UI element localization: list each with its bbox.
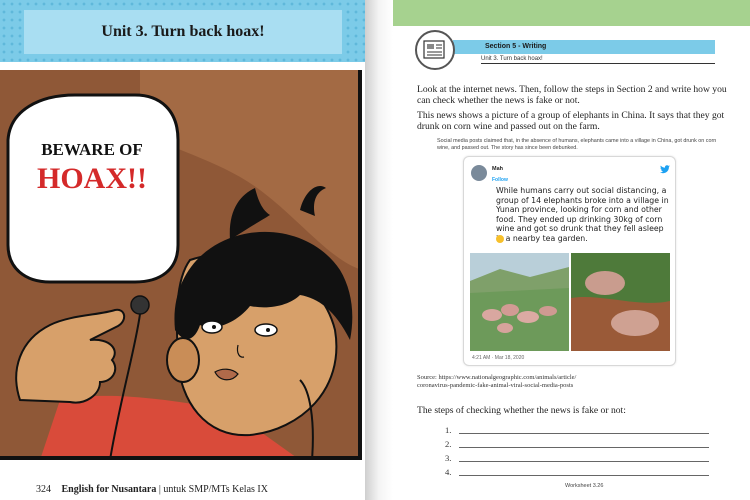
answer-line[interactable] xyxy=(459,433,709,434)
comic-panel: BEWARE OF HOAX!! xyxy=(0,70,362,460)
unit-title: Unit 3. Turn back hoax! xyxy=(101,23,265,40)
tweet-text: While humans carry out social distancing… xyxy=(496,186,669,243)
tweet-timestamp: 4:21 AM · Mar 18, 2020 xyxy=(472,355,525,361)
step-number: 4. xyxy=(445,467,452,477)
book-title: English for Nusantara xyxy=(61,484,157,495)
section-label: Section 5 - Writing xyxy=(453,40,715,54)
smiling-emoji-icon xyxy=(496,235,504,243)
comic-illustration xyxy=(0,70,358,456)
step-row: 1. xyxy=(445,425,710,437)
source-line-2: coronavirus-pandemic-fake-animal-viral-s… xyxy=(417,382,574,389)
left-page-footer: 324 English for Nusantara | untuk SMP/MT… xyxy=(36,484,268,495)
unit-banner: Unit 3. Turn back hoax! xyxy=(0,0,365,62)
worksheet-label: Worksheet 3.26 xyxy=(565,483,604,489)
section-subtitle: Unit 3. Turn back hoax! xyxy=(481,56,715,64)
unit-title-box: Unit 3. Turn back hoax! xyxy=(24,10,342,54)
step-row: 3. xyxy=(445,453,710,465)
book-gutter xyxy=(365,0,393,500)
step-number: 3. xyxy=(445,453,452,463)
right-page: Section 5 - Writing Unit 3. Turn back ho… xyxy=(393,0,750,500)
speech-line-1: BEWARE OF xyxy=(41,140,143,159)
summary-text: This news shows a picture of a group of … xyxy=(417,110,725,132)
section-header: Section 5 - Writing Unit 3. Turn back ho… xyxy=(415,30,715,70)
step-number: 1. xyxy=(445,425,452,435)
top-green-band xyxy=(393,0,750,26)
tweet-handle: Mah xyxy=(492,166,503,172)
step-row: 4. xyxy=(445,467,710,479)
image-caption: Social media posts claimed that, in the … xyxy=(437,138,717,151)
answer-line[interactable] xyxy=(459,475,709,476)
tweet-card: Mah Follow While humans carry out social… xyxy=(463,156,676,366)
answer-line[interactable] xyxy=(459,447,709,448)
steps-title: The steps of checking whether the news i… xyxy=(417,405,626,416)
speech-bubble-text: BEWARE OF HOAX!! xyxy=(12,140,172,196)
avatar xyxy=(471,165,487,181)
answer-line[interactable] xyxy=(459,461,709,462)
page-number: 324 xyxy=(36,484,51,495)
step-number: 2. xyxy=(445,439,452,449)
source-citation: Source: https://www.nationalgeographic.c… xyxy=(417,374,727,390)
instruction-text: Look at the internet news. Then, follow … xyxy=(417,84,727,106)
step-row: 2. xyxy=(445,439,710,451)
newspaper-icon xyxy=(415,30,455,70)
twitter-bird-icon xyxy=(660,165,670,174)
follow-button[interactable]: Follow xyxy=(492,177,508,183)
book-edition: untuk SMP/MTs Kelas IX xyxy=(163,484,268,495)
elephant-photos xyxy=(470,253,670,351)
source-line-1: Source: https://www.nationalgeographic.c… xyxy=(417,374,577,381)
left-page: Unit 3. Turn back hoax! BEWARE OF HOAX!!… xyxy=(0,0,365,500)
speech-line-2: HOAX!! xyxy=(37,162,147,195)
